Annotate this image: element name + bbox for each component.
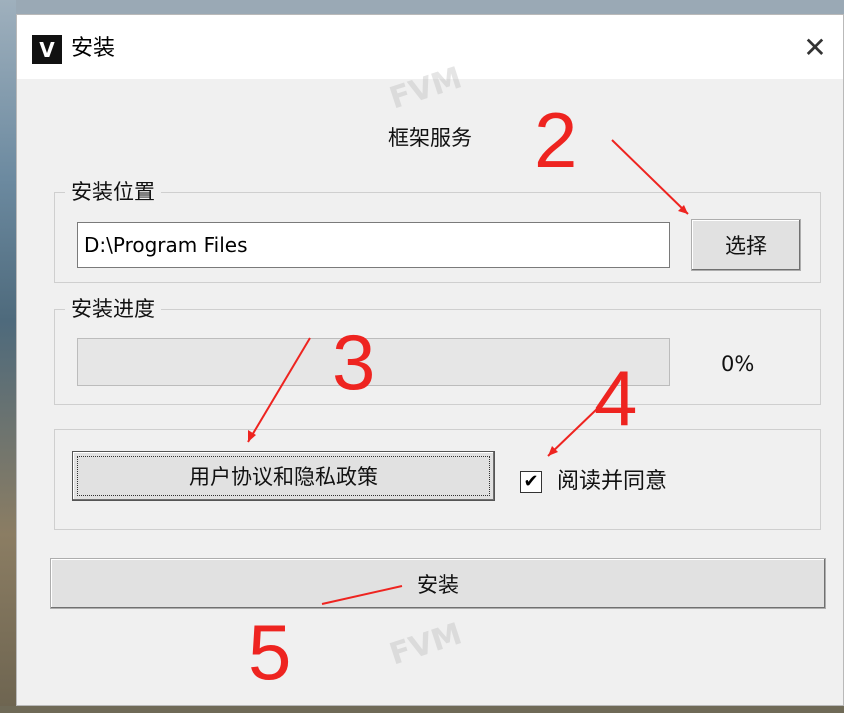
install-progress-label: 安装进度 [65,296,161,322]
installer-window: V 安装 ✕ FVM FVM 框架服务 安装位置 选择 安装进度 0% 用户协议… [16,14,844,706]
progress-percent: 0% [721,352,755,376]
agree-checkbox-label[interactable]: 阅读并同意 [557,468,667,496]
app-icon: V [32,35,62,64]
install-button-label: 安装 [417,572,459,597]
close-button[interactable]: ✕ [787,15,843,79]
annotation-number-2: 2 [534,96,578,184]
checkmark-icon: ✔ [523,471,539,492]
annotation-number-5: 5 [248,608,292,696]
install-location-label: 安装位置 [65,179,161,205]
annotation-number-3: 3 [332,318,376,406]
desktop-background-left [0,0,16,713]
close-icon: ✕ [803,30,827,64]
agreement-button[interactable]: 用户协议和隐私政策 [72,451,495,501]
desktop-background-bottom [0,706,844,713]
install-button[interactable]: 安装 [50,558,826,609]
focus-ring [77,456,490,496]
window-title: 安装 [71,36,116,61]
choose-button[interactable]: 选择 [691,219,801,271]
annotation-number-4: 4 [594,354,638,442]
install-path-input[interactable] [77,222,670,268]
framework-label: 框架服务 [388,126,472,150]
desktop-background-top [0,0,844,14]
watermark-bottom: FVM [385,616,467,673]
agree-checkbox[interactable]: ✔ [520,471,542,493]
